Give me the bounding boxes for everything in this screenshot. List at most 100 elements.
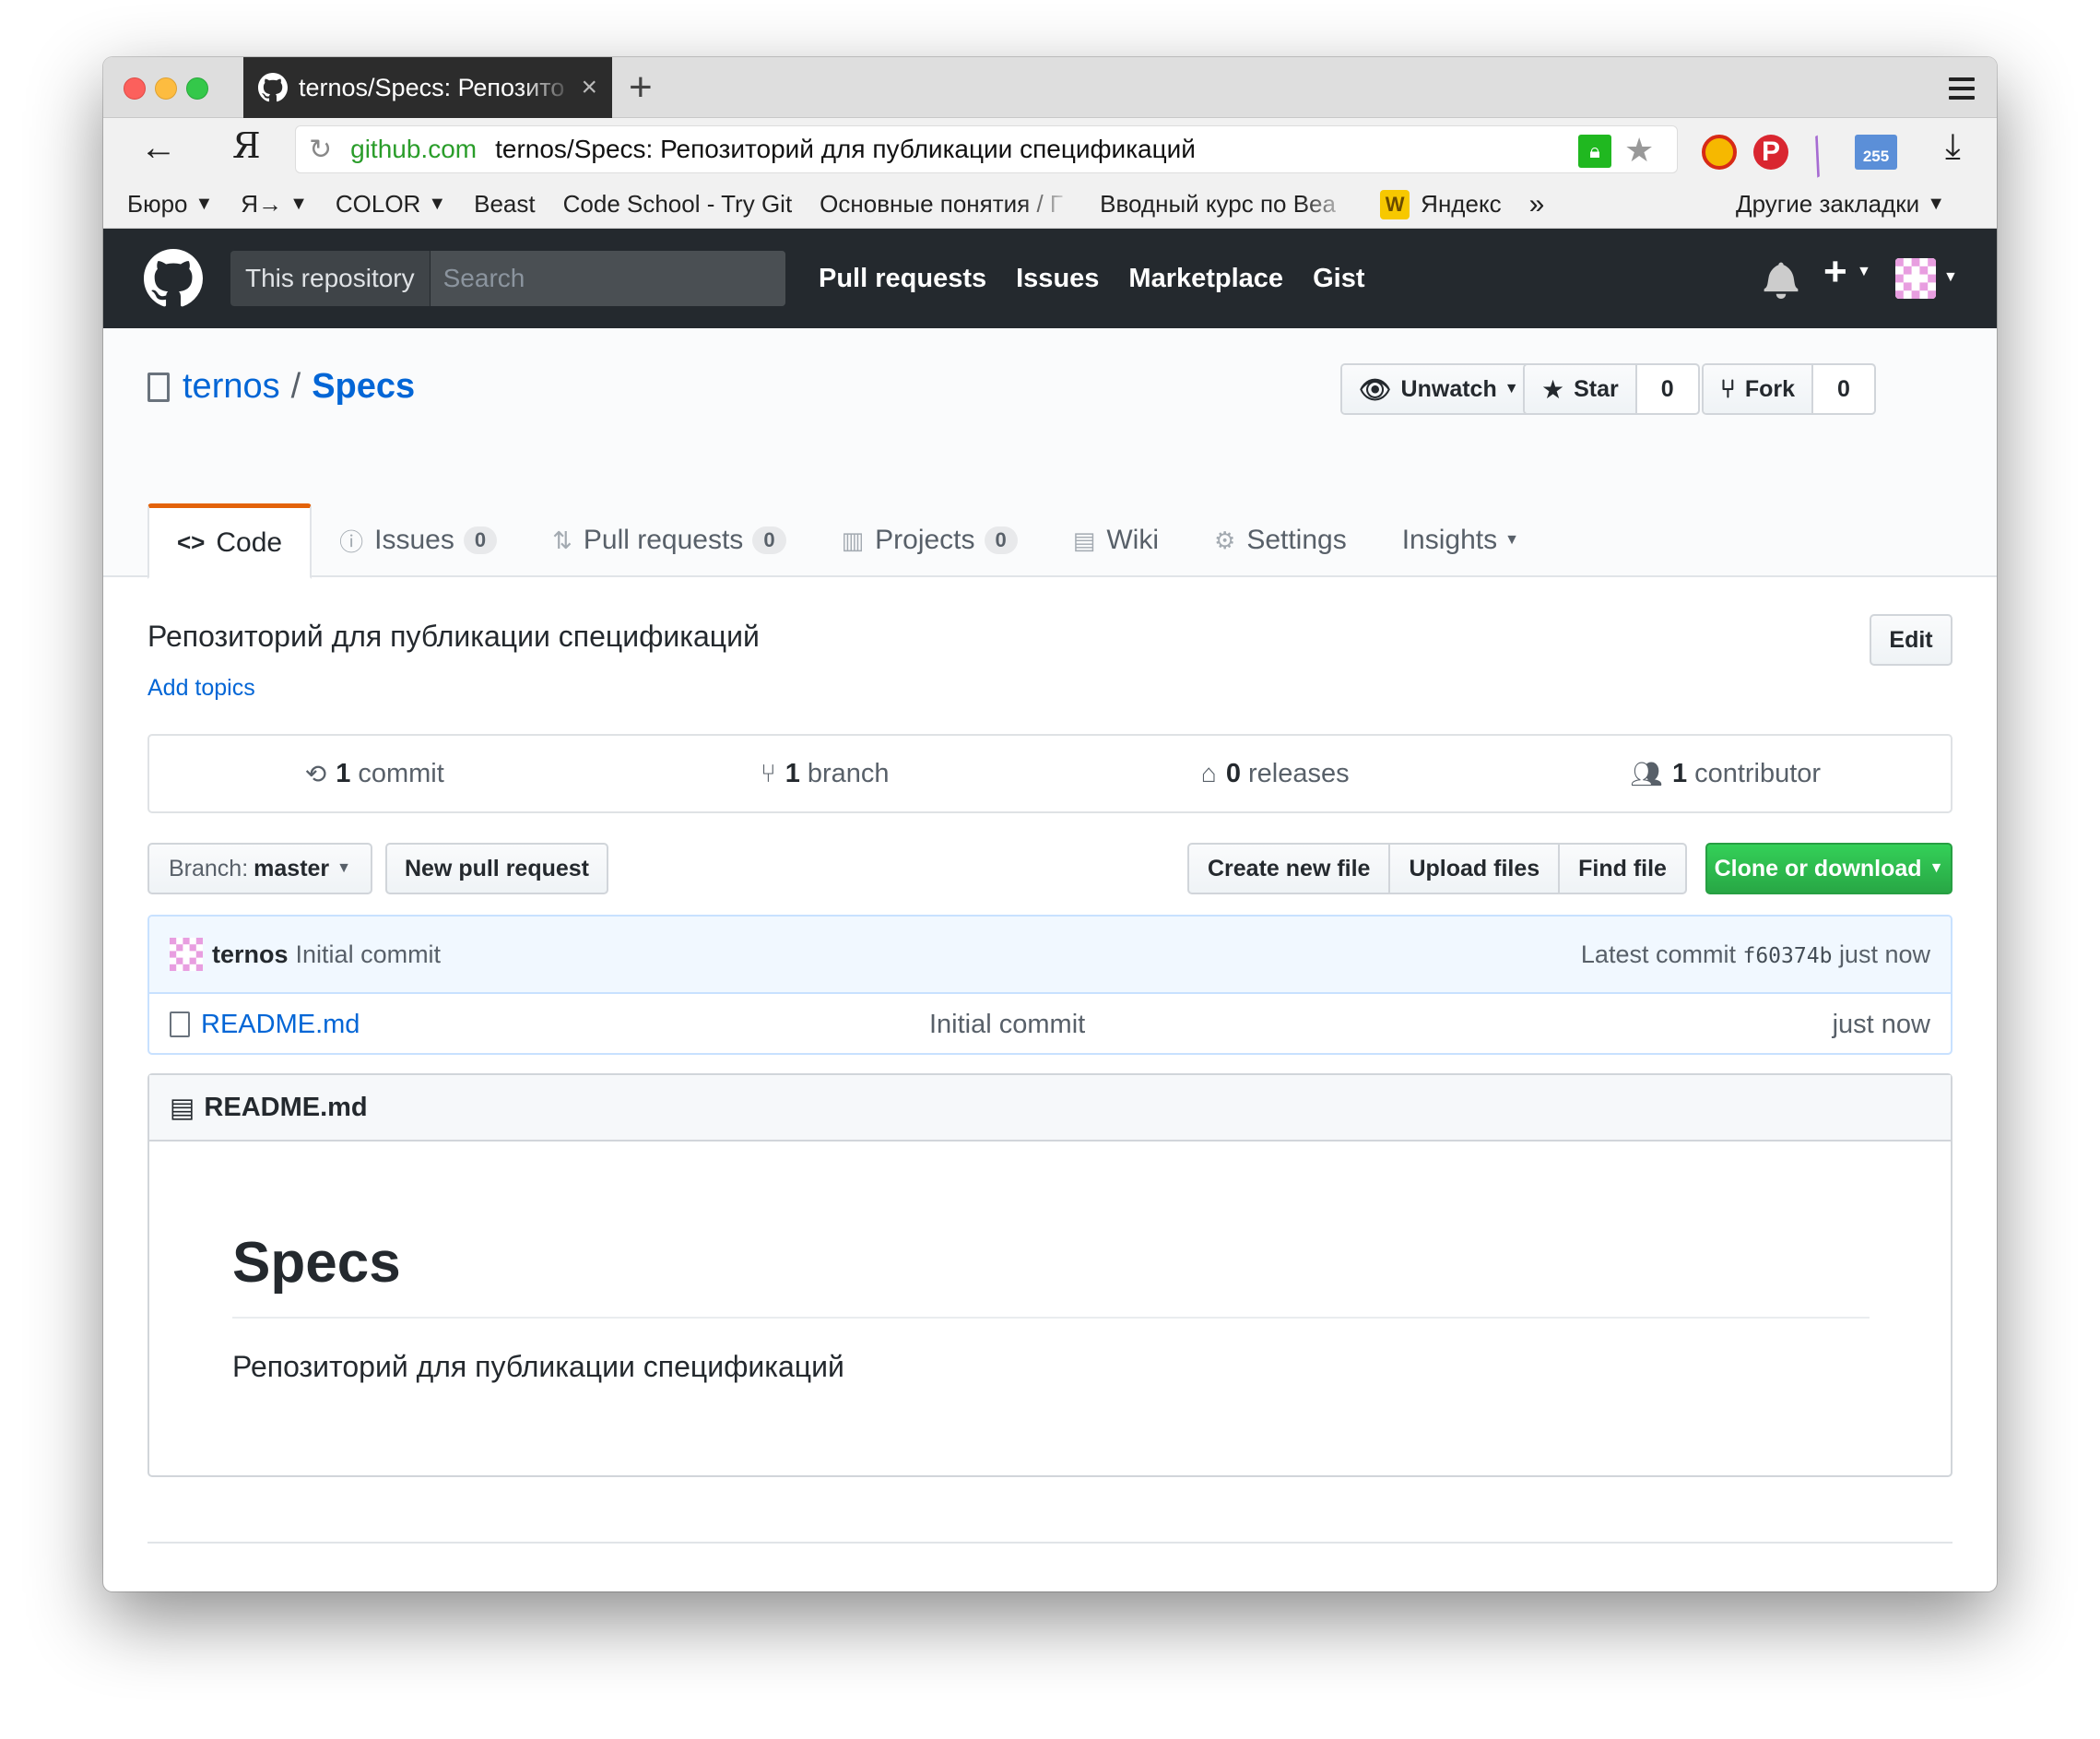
new-tab-button[interactable]: +	[629, 65, 653, 111]
browser-menu-icon[interactable]	[1949, 77, 1975, 105]
bookmark-code-school[interactable]: Code School - Try Git	[563, 190, 793, 219]
file-row: README.md Initial commit just now	[149, 994, 1951, 1053]
history-icon: ⟲	[304, 759, 327, 788]
bookmark-folder-ya[interactable]: Я→ ▼	[241, 190, 308, 219]
commit-age: just now	[1838, 940, 1930, 968]
file-actions-group: Create new file Upload files Find file	[1187, 843, 1687, 894]
add-topics-link[interactable]: Add topics	[147, 675, 255, 702]
commit-author-link[interactable]: ternos	[212, 940, 289, 969]
find-file-button[interactable]: Find file	[1560, 845, 1685, 893]
url-bar[interactable]: ↻ github.com ternos/Specs: Репозиторий д…	[295, 125, 1678, 173]
create-new-file-button[interactable]: Create new file	[1189, 845, 1391, 893]
fork-button[interactable]: ⑂ Fork	[1704, 365, 1813, 413]
create-new-plus-icon[interactable]: +	[1823, 249, 1847, 295]
organization-icon: 👥︎	[1630, 759, 1663, 788]
tab-projects[interactable]: ▥ Projects 0	[814, 503, 1045, 577]
commit-sha-link[interactable]: f60374b	[1742, 944, 1832, 968]
chevron-down-icon: ▼	[1504, 532, 1519, 548]
repo-name-link[interactable]: Specs	[312, 367, 415, 407]
chevron-down-icon: ▼	[336, 860, 351, 876]
book-icon: ▤	[170, 1093, 195, 1123]
tab-issues[interactable]: ⓘ Issues 0	[312, 503, 525, 577]
chevron-down-icon: ▼	[428, 194, 447, 214]
star-icon: ★	[1541, 374, 1565, 404]
contributors-link[interactable]: 👥︎ 1 contributor	[1501, 736, 1952, 811]
chevron-down-icon: ▼	[1943, 269, 1958, 285]
nav-marketplace[interactable]: Marketplace	[1128, 264, 1283, 294]
extension-mail-icon[interactable]: 255	[1855, 135, 1897, 170]
branch-select-button[interactable]: Branch: master ▼	[147, 843, 372, 894]
browser-tab-active[interactable]: ternos/Specs: Репозито ×	[243, 57, 612, 118]
chevron-down-icon: ▼	[195, 194, 214, 214]
readme-header: ▤ README.md	[149, 1075, 1951, 1142]
upload-files-button[interactable]: Upload files	[1390, 845, 1561, 893]
bookmark-folder-color[interactable]: COLOR ▼	[336, 190, 446, 219]
browser-window: ternos/Specs: Репозито × + ← Я ↻ github.…	[103, 57, 1997, 1591]
minimize-window-button[interactable]	[155, 77, 177, 100]
bookmark-vvodny-kurs[interactable]: Вводный курс по Bea	[1100, 190, 1352, 219]
extension-pinterest-icon[interactable]: P	[1753, 135, 1788, 170]
tab-settings[interactable]: ⚙ Settings	[1186, 503, 1374, 577]
book-icon: ▤	[1072, 526, 1096, 554]
commits-link[interactable]: ⟲ 1 commit	[149, 736, 600, 811]
bookmark-other-folder[interactable]: Другие закладки ▼	[1736, 190, 1945, 219]
chevron-down-icon: ▼	[1929, 860, 1944, 876]
bookmark-star-icon[interactable]: ★	[1624, 131, 1654, 170]
path-separator: /	[290, 367, 301, 406]
fork-count[interactable]: 0	[1813, 365, 1874, 413]
extension-feather-icon[interactable]: ╱	[1800, 128, 1848, 177]
clone-or-download-button[interactable]: Clone or download ▼	[1705, 843, 1953, 894]
code-icon: <>	[177, 528, 206, 556]
bookmark-folder-buro[interactable]: Бюро ▼	[127, 190, 213, 219]
tab-pull-requests[interactable]: ⇅ Pull requests 0	[525, 503, 813, 577]
header-search: This repository Search	[230, 251, 785, 306]
extension-adblock-icon[interactable]	[1702, 135, 1737, 170]
nav-issues[interactable]: Issues	[1016, 264, 1099, 294]
lock-icon[interactable]: 🔒︎	[1578, 135, 1611, 168]
bookmarks-more-icon[interactable]: »	[1529, 189, 1545, 220]
file-commit-message-link[interactable]: Initial commit	[929, 1010, 1833, 1040]
projects-counter: 0	[984, 526, 1018, 554]
header-nav: Pull requests Issues Marketplace Gist	[819, 229, 1394, 328]
github-logo-icon[interactable]	[144, 249, 203, 308]
star-button[interactable]: ★ Star	[1525, 365, 1637, 413]
bookmark-beast[interactable]: Beast	[474, 190, 536, 219]
reload-icon[interactable]: ↻	[309, 134, 332, 166]
tab-close-icon[interactable]: ×	[581, 72, 597, 103]
nav-pull-requests[interactable]: Pull requests	[819, 264, 986, 294]
chevron-down-icon: ▼	[1857, 264, 1871, 279]
bookmark-yandex[interactable]: Яндекс	[1380, 190, 1501, 219]
download-icon[interactable]: ⤓	[1945, 127, 1961, 167]
yandex-button[interactable]: Я	[232, 125, 261, 166]
zoom-window-button[interactable]	[186, 77, 208, 100]
bookmark-osnovnye-ponyatiya[interactable]: Основные понятия / Г	[820, 190, 1072, 219]
notifications-bell-icon[interactable]	[1763, 260, 1799, 299]
tab-insights[interactable]: Insights ▼	[1374, 503, 1547, 577]
branches-link[interactable]: ⑂ 1 branch	[600, 736, 1051, 811]
git-pull-request-icon: ⇅	[552, 526, 572, 554]
tag-icon: ⌂	[1200, 759, 1217, 787]
nav-gist[interactable]: Gist	[1313, 264, 1364, 294]
bookmarks-bar: Бюро ▼ Я→ ▼ COLOR ▼ Beast Code School - Try…	[103, 181, 1997, 229]
tab-code[interactable]: <> Code	[147, 503, 313, 579]
unwatch-button[interactable]: 👁︎ Unwatch ▼	[1342, 365, 1538, 413]
file-name-link[interactable]: README.md	[201, 1010, 929, 1040]
new-pull-request-button[interactable]: New pull request	[385, 843, 608, 894]
edit-description-button[interactable]: Edit	[1870, 614, 1953, 666]
back-button[interactable]: ←	[140, 127, 177, 169]
github-header: This repository Search Pull requests Iss…	[103, 229, 1997, 328]
git-branch-icon: ⑂	[760, 759, 776, 787]
url-host: github.com	[350, 135, 478, 163]
releases-link[interactable]: ⌂ 0 releases	[1050, 736, 1501, 811]
commit-message-link[interactable]: Initial commit	[296, 940, 442, 969]
star-count[interactable]: 0	[1637, 365, 1698, 413]
fork-group: ⑂ Fork 0	[1702, 363, 1876, 415]
repo-title: ternos / Specs	[147, 367, 415, 407]
close-window-button[interactable]	[124, 77, 146, 100]
readme-heading: Specs	[232, 1231, 401, 1295]
user-avatar[interactable]	[1895, 258, 1936, 299]
search-input[interactable]: Search	[430, 251, 785, 306]
avatar[interactable]	[170, 938, 203, 971]
repo-owner-link[interactable]: ternos	[183, 367, 280, 407]
tab-wiki[interactable]: ▤ Wiki	[1045, 503, 1186, 577]
